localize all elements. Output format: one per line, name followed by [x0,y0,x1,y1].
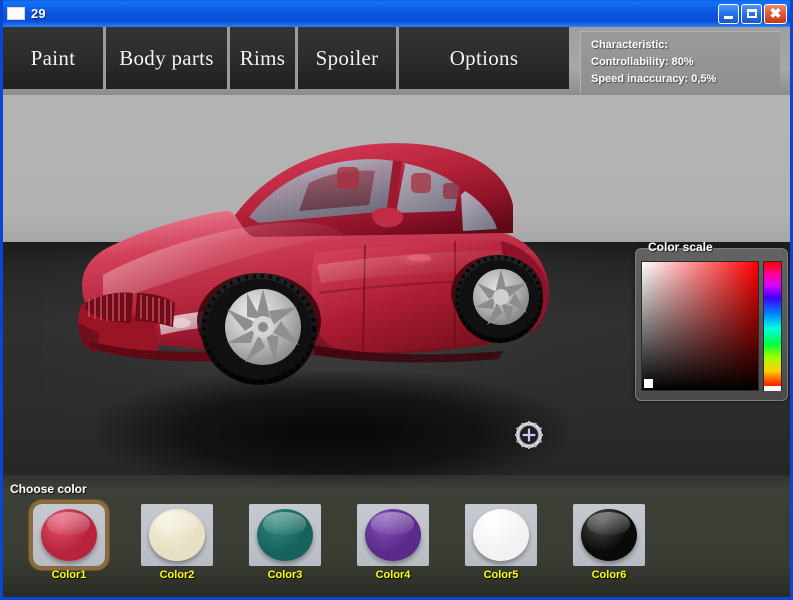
color-swatch-5-box [465,504,537,566]
hue-cursor-marker[interactable] [764,386,781,391]
color-swatch-5-label: Color5 [483,569,519,581]
tab-paint-label: Paint [30,45,76,70]
characteristics-heading: Characteristic: [591,39,669,51]
color-scale-title: Color scale [648,240,713,254]
tab-spoiler[interactable]: Spoiler [298,27,399,89]
tab-body-parts[interactable]: Body parts [106,27,230,89]
sv-cursor-marker[interactable] [644,379,653,388]
color-swatch-1-label: Color1 [51,569,87,581]
tab-options[interactable]: Options [399,27,569,89]
zoom-in-gear-icon[interactable] [514,420,544,450]
tab-options-label: Options [449,45,519,70]
tab-list: Paint Body parts Rims Spoiler Options [3,27,569,89]
window-title: 29 [31,6,46,21]
maximize-icon [746,9,757,18]
color-swatch-list: Color1 Color2 Color3 Color4 Color5 Color… [33,504,645,581]
minimize-icon [724,15,733,19]
color-swatch-6[interactable]: Color6 [573,504,645,581]
window-controls: ✖ [718,3,787,24]
color-swatch-4-box [357,504,429,566]
characteristics-panel: Characteristic: Controllability: 80% Spe… [580,31,780,93]
close-button[interactable]: ✖ [764,3,787,24]
color-scale-panel[interactable]: Color scale [635,240,788,401]
color-swatch-2-label: Color2 [159,569,195,581]
color-swatch-5[interactable]: Color5 [465,504,537,581]
maximize-button[interactable] [741,3,762,24]
color-swatch-1[interactable]: Color1 [33,504,105,581]
color-swatch-3-blob [257,509,313,561]
color-chooser-panel: Choose color Color1 Color2 Color3 Color4… [3,475,790,597]
color-swatch-5-blob [473,509,529,561]
tab-rims-label: Rims [239,45,286,70]
color-swatch-3-label: Color3 [267,569,303,581]
navigation-bar: Paint Body parts Rims Spoiler Options Ch… [3,27,790,95]
tab-rims[interactable]: Rims [230,27,298,89]
color-swatch-1-box [33,504,105,566]
speed-inaccuracy-value: Speed inaccuracy: 0,5% [591,73,717,85]
color-swatch-6-box [573,504,645,566]
saturation-value-field[interactable] [641,261,759,391]
color-swatch-4[interactable]: Color4 [357,504,429,581]
client-area: Paint Body parts Rims Spoiler Options Ch… [3,27,790,597]
color-swatch-3[interactable]: Color3 [249,504,321,581]
app-icon [7,7,25,20]
controllability-value: Controllability: 80% [591,56,694,68]
color-swatch-6-label: Color6 [591,569,627,581]
choose-color-label: Choose color [10,482,87,496]
color-swatch-4-blob [365,509,421,561]
color-swatch-2-blob [149,509,205,561]
render-viewport[interactable]: Color scale Choose color Color1 Color2 C… [3,95,790,597]
color-swatch-4-label: Color4 [375,569,411,581]
hue-slider[interactable] [763,261,782,391]
color-swatch-2-box [141,504,213,566]
color-swatch-2[interactable]: Color2 [141,504,213,581]
tab-spoiler-label: Spoiler [315,45,379,70]
app-window: 29 ✖ Paint Body parts Rims Spoiler Optio… [0,0,793,600]
close-icon: ✖ [769,5,782,21]
tab-body-parts-label: Body parts [119,45,214,70]
minimize-button[interactable] [718,3,739,24]
car-model[interactable] [63,107,583,397]
title-bar: 29 ✖ [3,0,790,27]
color-swatch-1-blob [41,509,97,561]
color-swatch-6-blob [581,509,637,561]
color-swatch-3-box [249,504,321,566]
tab-paint[interactable]: Paint [3,27,106,89]
